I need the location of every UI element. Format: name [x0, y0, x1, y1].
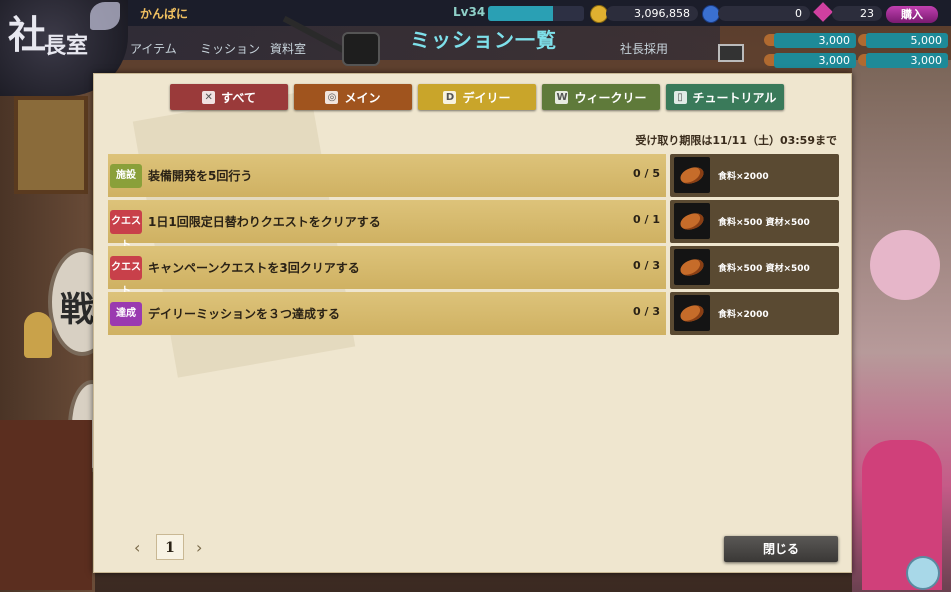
tab-label: メイン	[344, 90, 381, 105]
tab-label: チュートリアル	[692, 90, 777, 105]
mission-row: 施設 装備開発を5回行う 0 / 5	[108, 154, 666, 197]
logo-text-sub: 長室	[44, 33, 89, 59]
ink-bottle-icon	[342, 32, 380, 66]
quest-badge-icon: クエスト	[110, 210, 142, 251]
level-label: Lv34	[453, 5, 486, 19]
mission-progress: 0 / 5	[633, 167, 660, 180]
page-title: ミッション一覧	[410, 28, 557, 52]
gem-amount: 23	[832, 6, 882, 21]
achievement-badge-icon: 達成	[110, 302, 142, 326]
bread-icon	[674, 157, 710, 193]
player-name: かんぱに	[140, 7, 189, 21]
secondary-currency-amount: 0	[718, 6, 810, 21]
food-resource-amount: 3,000	[774, 33, 856, 48]
tab-tutorial[interactable]: ▯ チュートリアル	[666, 84, 784, 110]
mission-reward: 食料×2000	[670, 292, 839, 335]
crossed-swords-icon: ✕	[202, 90, 216, 104]
nav-item-items[interactable]: アイテム	[130, 40, 177, 57]
tab-weekly[interactable]: W ウィークリー	[542, 84, 660, 110]
bread-resource-amount: 5,000	[866, 33, 948, 48]
mission-row: クエスト 1日1回限定日替わりクエストをクリアする 0 / 1	[108, 200, 666, 251]
film-resource-amount: 3,000	[866, 53, 948, 68]
reward-text: 食料×500 資材×500	[718, 218, 810, 228]
tab-label: デイリー	[462, 90, 511, 105]
tab-label: すべて	[221, 90, 256, 105]
wall-painting	[14, 96, 88, 194]
mission-text: 装備開発を5回行う	[148, 169, 253, 183]
mission-reward: 食料×500 資材×500	[670, 246, 839, 289]
desk-clock	[24, 312, 52, 358]
mission-row: クエスト キャンペーンクエストを3回クリアする 0 / 3	[108, 246, 666, 297]
tab-main[interactable]: ◎ メイン	[294, 84, 412, 110]
quest-badge-icon: クエスト	[110, 256, 142, 297]
nav-item-missions[interactable]: ミッション	[200, 40, 260, 57]
book-icon: ▯	[673, 90, 687, 104]
letter-d-icon: D	[443, 90, 457, 104]
gold-amount: 3,096,858	[606, 6, 698, 21]
mission-panel: ✕ すべて ◎ メイン D デイリー W ウィークリー ▯ チュートリアル 受け取り期限は…	[93, 73, 852, 573]
mail-icon[interactable]	[718, 44, 744, 62]
xp-bar-fill	[488, 6, 554, 21]
buy-button[interactable]: 購入	[886, 6, 938, 23]
mission-row: 達成 デイリーミッションを３つ達成する 0 / 3	[108, 292, 666, 335]
reward-text: 食料×500 資材×500	[718, 264, 810, 274]
deadline-text: 受け取り期限は11/11（土）03:59まで	[635, 134, 837, 147]
mission-progress: 0 / 1	[633, 213, 660, 226]
mission-reward: 食料×2000	[670, 154, 839, 197]
reward-text: 食料×2000	[718, 310, 769, 320]
wing-emblem-icon	[90, 2, 120, 30]
tab-all[interactable]: ✕ すべて	[170, 84, 288, 110]
bread-icon	[674, 295, 710, 331]
mission-text: 1日1回限定日替わりクエストをクリアする	[148, 215, 381, 229]
reward-text: 食料×2000	[718, 172, 769, 182]
tab-daily[interactable]: D デイリー	[418, 84, 536, 110]
circle-icon: ◎	[325, 90, 339, 104]
current-page[interactable]: 1	[156, 534, 184, 560]
bread-icon	[674, 203, 710, 239]
desk	[0, 420, 92, 590]
prev-page-arrow[interactable]: ‹	[134, 538, 140, 557]
mission-text: キャンペーンクエストを3回クリアする	[148, 261, 360, 275]
bread-icon	[674, 249, 710, 285]
nav-item-recruit[interactable]: 社長採用	[620, 40, 668, 57]
mission-progress: 0 / 3	[633, 259, 660, 272]
speaker-icon[interactable]	[906, 556, 940, 590]
next-page-arrow[interactable]: ›	[196, 538, 202, 557]
battle-label: 戦	[60, 290, 94, 330]
mission-progress: 0 / 3	[633, 305, 660, 318]
close-button[interactable]: 閉じる	[724, 536, 838, 562]
xp-bar	[488, 6, 584, 21]
fountain-pen-icon	[282, 15, 348, 55]
mission-reward: 食料×500 資材×500	[670, 200, 839, 243]
flower-decoration	[870, 230, 940, 300]
letter-w-icon: W	[555, 90, 569, 104]
mission-text: デイリーミッションを３つ達成する	[148, 307, 341, 321]
tab-label: ウィークリー	[574, 90, 647, 105]
facility-badge-icon: 施設	[110, 164, 142, 188]
logo-text-main: 社	[8, 12, 47, 57]
material-resource-amount: 3,000	[774, 53, 856, 68]
